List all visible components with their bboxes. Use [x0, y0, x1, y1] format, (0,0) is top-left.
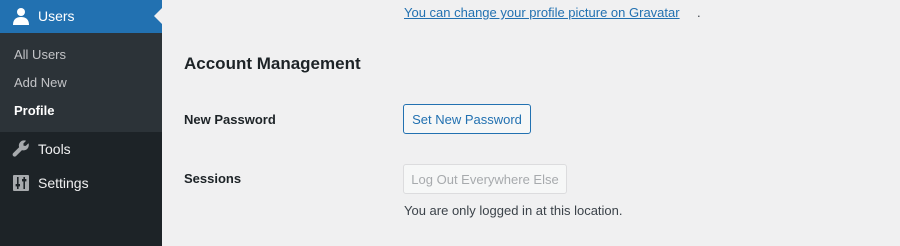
menu-item-settings-label: Settings	[38, 175, 89, 191]
menu-item-users-label: Users	[38, 8, 75, 24]
set-new-password-button[interactable]: Set New Password	[403, 104, 531, 134]
menu-item-tools[interactable]: Tools	[0, 132, 162, 166]
gravatar-trailing-period: .	[697, 5, 701, 20]
users-submenu: All Users Add New Profile	[0, 33, 162, 132]
menu-item-users[interactable]: Users	[0, 0, 162, 33]
settings-sliders-icon	[11, 173, 31, 193]
user-icon	[11, 6, 31, 26]
current-menu-arrow	[154, 8, 162, 24]
wrench-icon	[11, 139, 31, 159]
sessions-label: Sessions	[184, 171, 242, 186]
log-out-everywhere-else-button[interactable]: Log Out Everywhere Else	[403, 164, 567, 194]
gravatar-link[interactable]: You can change your profile picture on G…	[404, 5, 680, 20]
sessions-help-text: You are only logged in at this location.	[404, 203, 623, 218]
section-title-account-management: Account Management	[184, 54, 361, 73]
menu-item-settings[interactable]: Settings	[0, 166, 162, 200]
menu-item-tools-label: Tools	[38, 141, 71, 157]
new-password-label: New Password	[184, 112, 276, 127]
submenu-item-all-users[interactable]: All Users	[14, 47, 66, 62]
admin-menu: Users All Users Add New Profile Tools Se…	[0, 0, 162, 246]
submenu-item-profile[interactable]: Profile	[14, 103, 54, 118]
submenu-item-add-new[interactable]: Add New	[14, 75, 67, 90]
